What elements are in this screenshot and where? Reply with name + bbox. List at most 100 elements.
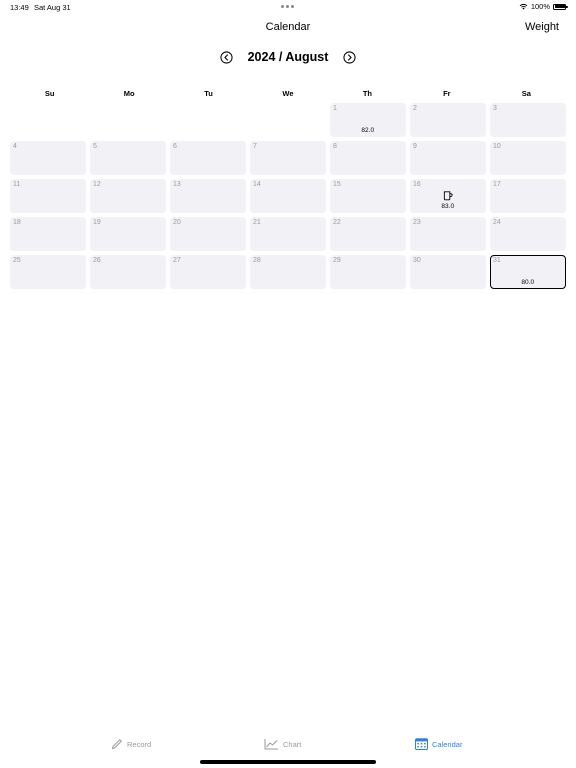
status-date: Sat Aug 31 bbox=[34, 3, 71, 12]
calendar-day-cell[interactable]: 5 bbox=[90, 141, 166, 175]
battery-icon bbox=[553, 3, 568, 10]
day-number: 30 bbox=[413, 257, 421, 264]
battery-percent: 100% bbox=[530, 2, 550, 11]
calendar-empty-cell bbox=[10, 103, 86, 137]
month-header: 2024 / August bbox=[0, 48, 576, 68]
calendar-day-cell[interactable]: 21 bbox=[250, 217, 326, 251]
tab-chart[interactable]: Chart bbox=[264, 738, 301, 750]
status-right: 100% bbox=[519, 2, 568, 11]
tab-bar: Record Chart Calendar bbox=[0, 736, 576, 756]
calendar-day-cell[interactable]: 1 82.0 bbox=[330, 103, 406, 137]
status-bar: 13:49 Sat Aug 31 100% bbox=[0, 0, 576, 14]
day-number: 13 bbox=[173, 181, 181, 188]
month-label: 2024 / August bbox=[247, 50, 329, 64]
day-number: 22 bbox=[333, 219, 341, 226]
calendar-day-cell[interactable]: 11 bbox=[10, 179, 86, 213]
calendar-day-cell[interactable]: 19 bbox=[90, 217, 166, 251]
day-number: 10 bbox=[493, 143, 501, 150]
day-number: 2 bbox=[413, 105, 417, 112]
calendar-day-cell[interactable]: 28 bbox=[250, 255, 326, 289]
calendar-screen: 13:49 Sat Aug 31 100% Calendar Weight 20… bbox=[0, 0, 576, 768]
day-number: 5 bbox=[93, 143, 97, 150]
line-chart-icon bbox=[264, 739, 278, 750]
day-number: 7 bbox=[253, 143, 257, 150]
day-number: 31 bbox=[493, 257, 501, 264]
day-number: 24 bbox=[493, 219, 501, 226]
tab-calendar-label: Calendar bbox=[432, 739, 463, 749]
calendar-day-cell[interactable]: 8 bbox=[330, 141, 406, 175]
day-number: 11 bbox=[13, 181, 21, 188]
calendar-day-cell[interactable]: 12 bbox=[90, 179, 166, 213]
calendar-icon bbox=[415, 738, 428, 750]
calendar-day-cell[interactable]: 25 bbox=[10, 255, 86, 289]
weekday-label: Th bbox=[362, 89, 372, 98]
day-weight-value: 82.0 bbox=[361, 127, 375, 134]
day-number: 27 bbox=[173, 257, 181, 264]
day-number: 1 bbox=[333, 105, 337, 112]
tab-record[interactable]: Record bbox=[111, 738, 151, 750]
day-number: 15 bbox=[333, 181, 341, 188]
calendar-day-cell[interactable]: 3 bbox=[490, 103, 566, 137]
day-number: 26 bbox=[93, 257, 101, 264]
chevron-right-circle-icon[interactable] bbox=[343, 51, 356, 64]
day-weight-value: 83.0 bbox=[441, 203, 455, 210]
calendar-day-cell[interactable]: 16 83.0 bbox=[410, 179, 486, 213]
day-number: 18 bbox=[13, 219, 21, 226]
calendar-day-cell[interactable]: 18 bbox=[10, 217, 86, 251]
calendar-day-cell[interactable]: 10 bbox=[490, 141, 566, 175]
calendar-day-cell[interactable]: 13 bbox=[170, 179, 246, 213]
mug-icon bbox=[443, 191, 453, 201]
calendar-day-cell[interactable]: 15 bbox=[330, 179, 406, 213]
home-indicator bbox=[200, 760, 376, 764]
day-number: 25 bbox=[13, 257, 21, 264]
day-number: 12 bbox=[93, 181, 101, 188]
day-number: 6 bbox=[173, 143, 177, 150]
tab-calendar[interactable]: Calendar bbox=[415, 738, 462, 750]
calendar-day-cell[interactable]: 6 bbox=[170, 141, 246, 175]
day-number: 16 bbox=[413, 181, 421, 188]
calendar-day-cell[interactable]: 7 bbox=[250, 141, 326, 175]
tab-record-label: Record bbox=[127, 739, 152, 749]
calendar-day-cell[interactable]: 26 bbox=[90, 255, 166, 289]
day-number: 23 bbox=[413, 219, 421, 226]
calendar-day-cell[interactable]: 30 bbox=[410, 255, 486, 289]
weekday-label: Fr bbox=[443, 89, 451, 98]
calendar-day-cell[interactable]: 4 bbox=[10, 141, 86, 175]
day-number: 3 bbox=[493, 105, 497, 112]
calendar-day-cell[interactable]: 20 bbox=[170, 217, 246, 251]
calendar-day-cell[interactable]: 17 bbox=[490, 179, 566, 213]
calendar-day-cell[interactable]: 29 bbox=[330, 255, 406, 289]
calendar-day-cell[interactable]: 9 bbox=[410, 141, 486, 175]
calendar-empty-cell bbox=[90, 103, 166, 137]
calendar-empty-cell bbox=[170, 103, 246, 137]
day-number: 29 bbox=[333, 257, 341, 264]
weekday-label: Sa bbox=[521, 89, 531, 98]
calendar-day-cell[interactable]: 24 bbox=[490, 217, 566, 251]
chevron-left-circle-icon[interactable] bbox=[220, 51, 233, 64]
weekday-label: Su bbox=[44, 89, 55, 98]
weight-button[interactable]: Weight bbox=[525, 21, 559, 33]
weekday-label: Mo bbox=[123, 89, 135, 98]
calendar-day-cell[interactable]: 23 bbox=[410, 217, 486, 251]
day-weight-value: 80.0 bbox=[521, 279, 535, 286]
day-number: 14 bbox=[253, 181, 261, 188]
day-number: 28 bbox=[253, 257, 261, 264]
weekday-header: Su Mo Tu We Th Fr Sa bbox=[10, 89, 566, 98]
calendar-empty-cell bbox=[250, 103, 326, 137]
day-number: 21 bbox=[253, 219, 261, 226]
calendar-day-cell[interactable]: 2 bbox=[410, 103, 486, 137]
wifi-icon bbox=[519, 3, 528, 10]
multitasking-dots-icon[interactable] bbox=[281, 5, 294, 8]
weekday-label: We bbox=[282, 89, 294, 98]
calendar-grid: 1 82.0 2 3 4 5 6 7 8 9 10 11 12 13 14 15 16 83.0 17 18 19 20 2… bbox=[10, 103, 566, 289]
calendar-day-cell[interactable]: 14 bbox=[250, 179, 326, 213]
calendar-day-cell[interactable]: 27 bbox=[170, 255, 246, 289]
day-number: 17 bbox=[493, 181, 501, 188]
tab-chart-label: Chart bbox=[283, 739, 302, 749]
calendar-day-cell[interactable]: 31 80.0 bbox=[490, 255, 566, 289]
pencil-icon bbox=[111, 738, 123, 750]
day-number: 4 bbox=[13, 143, 17, 150]
day-number: 9 bbox=[413, 143, 417, 150]
calendar-day-cell[interactable]: 22 bbox=[330, 217, 406, 251]
day-number: 8 bbox=[333, 143, 337, 150]
